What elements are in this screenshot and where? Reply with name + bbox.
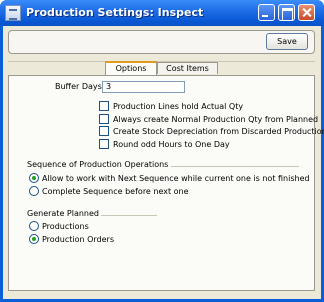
radio-label: Production Orders (42, 235, 115, 244)
close-icon[interactable] (298, 4, 315, 21)
buffer-days-label: Buffer Days (55, 82, 102, 91)
checkbox-label: Round odd Hours to One Day (113, 140, 230, 149)
tab-options[interactable]: Options (105, 61, 157, 75)
toolbar: Save (8, 30, 315, 54)
checkbox-production-lines-actual-qty[interactable] (99, 101, 109, 111)
radio-label: Complete Sequence before next one (42, 187, 189, 196)
generate-divider (101, 215, 157, 216)
checkbox-label: Create Stock Depreciation from Discarded… (113, 127, 324, 136)
radio-production-orders[interactable] (29, 234, 39, 244)
window-title: Production Settings: Inspect (26, 6, 204, 19)
tab-cost-items[interactable]: Cost Items (157, 62, 218, 74)
buffer-days-field[interactable]: 3 (102, 81, 185, 93)
sequence-heading: Sequence of Production Operations (27, 160, 169, 169)
app-window-icon (5, 5, 21, 21)
checkbox-label: Always create Normal Production Qty from… (113, 115, 319, 124)
checkbox-always-create-normal-qty[interactable] (99, 114, 109, 124)
sequence-divider (171, 166, 299, 167)
minimize-icon[interactable] (258, 4, 275, 21)
checkbox-create-stock-depreciation[interactable] (99, 126, 109, 136)
checkbox-round-odd-hours[interactable] (99, 139, 109, 149)
window: Production Settings: Inspect Save Option… (0, 0, 324, 302)
radio-allow-next-sequence[interactable] (29, 173, 39, 183)
radio-complete-sequence[interactable] (29, 186, 39, 196)
radio-label: Productions (42, 222, 89, 231)
radio-productions[interactable] (29, 221, 39, 231)
checkbox-label: Production Lines hold Actual Qty (113, 102, 244, 111)
save-button[interactable]: Save (266, 33, 308, 50)
maximize-icon[interactable] (278, 4, 295, 21)
window-client-area: Save Options Cost Items Buffer Days 3 Pr… (3, 26, 324, 299)
generate-planned-heading: Generate Planned (27, 209, 99, 218)
radio-label: Allow to work with Next Sequence while c… (42, 174, 310, 183)
options-panel: Buffer Days 3 Production Lines hold Actu… (8, 75, 324, 291)
title-bar[interactable]: Production Settings: Inspect (0, 0, 324, 26)
